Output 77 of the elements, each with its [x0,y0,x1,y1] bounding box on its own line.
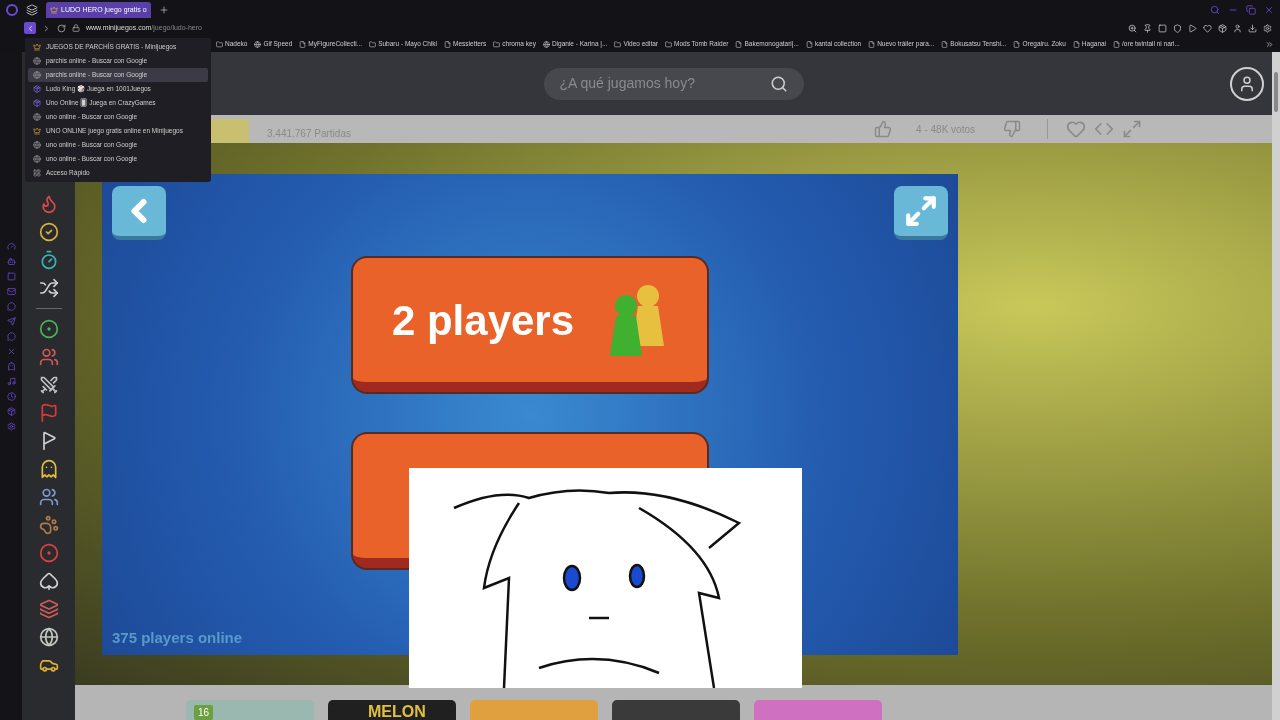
folder-icon [216,40,223,48]
app-icon [33,99,41,107]
robot-icon[interactable] [6,257,16,266]
site-icon [254,40,262,48]
mail-icon[interactable] [6,287,16,296]
music-icon[interactable] [6,377,16,386]
crown-icon [50,6,58,14]
game-thumbnail[interactable] [612,700,740,720]
page-icon [735,40,743,48]
page-icon [868,40,876,48]
folder-icon [369,40,377,48]
game-thumbnail[interactable] [754,700,882,720]
search-field[interactable]: ¿A qué jugamos hoy? [559,73,760,94]
folder-icon [614,40,622,48]
people-icon[interactable] [38,347,59,367]
players-online: 375 players online [112,627,243,648]
app-icon [33,85,41,93]
play-icon[interactable] [1188,23,1197,33]
search-icon[interactable] [769,74,788,93]
clock-icon[interactable] [6,392,16,401]
crown-icon [33,43,41,51]
crown-icon [33,127,41,135]
thumbs-down-icon[interactable] [1003,120,1021,138]
user-icon [1238,74,1256,93]
page-icon [1113,40,1121,48]
zoom-icon[interactable] [1128,23,1137,33]
more-bookmarks-icon[interactable] [1265,39,1274,49]
spade-icon[interactable] [38,571,59,591]
site-icon [542,40,550,48]
grid-icon [33,169,41,177]
swords-icon[interactable] [38,375,59,395]
folder-icon [493,40,501,48]
profile-icon[interactable] [1233,23,1242,33]
fullscreen-icon [904,194,938,228]
check-circle-icon[interactable] [38,222,59,242]
game-thumbnail [209,119,249,143]
thumbs-up-icon[interactable] [874,120,893,138]
close-icon[interactable] [1264,5,1274,15]
forward-icon[interactable] [42,23,51,33]
thumbnail-badge: 16 [194,705,214,720]
new-tab-icon[interactable] [158,5,169,15]
box-icon[interactable] [6,407,16,416]
send-icon[interactable] [6,317,16,326]
back-button[interactable] [112,186,166,240]
shuffle-icon[interactable] [38,278,59,298]
page-icon [941,40,949,48]
thumbnail-title: MELON [368,704,426,720]
snapshot-icon[interactable] [1158,23,1167,33]
scrollbar-thumb[interactable] [1274,72,1278,112]
account-button[interactable] [1230,66,1264,101]
pin-icon[interactable] [1143,23,1152,33]
page-icon [299,40,307,48]
heart-icon[interactable] [1203,23,1212,33]
page-icon [805,40,813,48]
game-thumbnail[interactable]: MELON [328,700,456,720]
search-icon[interactable] [1210,5,1220,15]
download-icon[interactable] [1248,23,1257,33]
search-bar[interactable]: ¿A qué jugamos hoy? [543,67,804,100]
tabs-icon[interactable] [26,4,38,16]
lock-icon [72,24,80,32]
chat-icon[interactable] [6,302,16,311]
game-thumbnail[interactable] [470,700,598,720]
restore-icon[interactable] [1246,5,1256,15]
page-icon [1013,40,1021,48]
x-logo-icon[interactable] [6,347,16,356]
fullscreen-button[interactable] [894,186,948,240]
back-button[interactable] [24,22,36,34]
chat-bubble-icon[interactable] [6,332,16,341]
browser-logo-icon[interactable] [6,4,18,16]
extensions-icon[interactable] [1218,23,1227,33]
page-icon [444,40,452,48]
reload-icon[interactable] [57,23,66,33]
globe-icon[interactable] [38,627,59,647]
page-icon [1072,40,1080,48]
two-figures-icon[interactable] [38,487,59,507]
folder-icon [665,40,672,48]
shield-icon[interactable] [1173,23,1182,33]
